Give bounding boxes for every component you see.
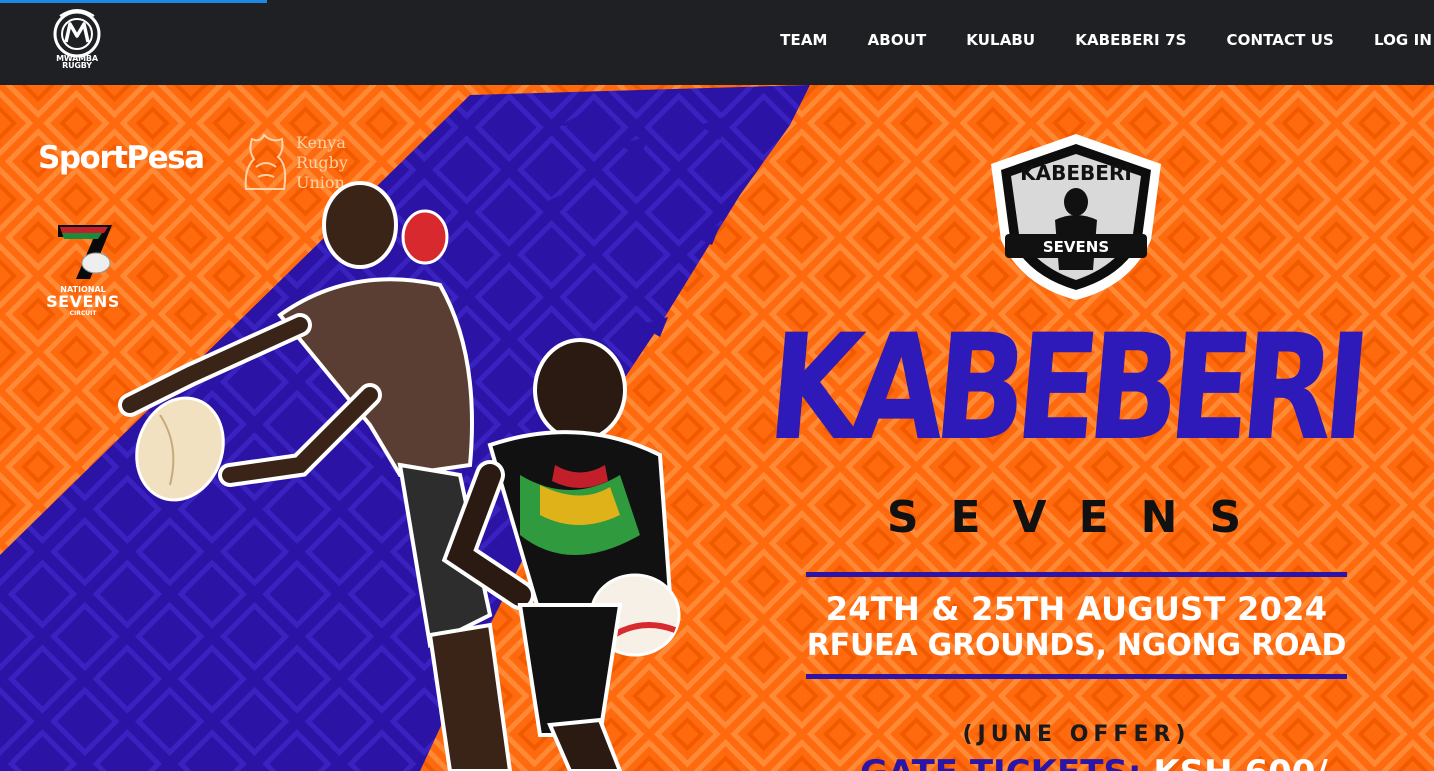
badge-top-text: KABEBERI: [1020, 161, 1132, 185]
divider-bottom: [806, 674, 1347, 679]
brand-name: MWAMBA RUGBY: [56, 54, 98, 70]
tickets-price: KSH 600/-: [1153, 753, 1342, 771]
divider-top: [806, 572, 1347, 577]
players-photo: [118, 181, 681, 771]
offer-label: (JUNE OFFER): [962, 722, 1191, 747]
badge-bottom-text: SEVENS: [1043, 238, 1109, 256]
kabeberi-sevens-badge-icon: KABEBERI SEVENS: [991, 134, 1161, 300]
event-title: KABEBERI: [762, 303, 1367, 473]
sportpesa-logo: SportPesa: [38, 140, 205, 176]
nav-team[interactable]: TEAM: [780, 31, 827, 49]
event-venue: RFUEA GROUNDS, NGONG ROAD: [806, 628, 1347, 663]
hero-banner: SportPesa Kenya Rugby Union NATIONAL SEV…: [0, 85, 1434, 771]
nav-log-in[interactable]: LOG IN: [1374, 31, 1432, 49]
nav-contact-us[interactable]: CONTACT US: [1227, 31, 1334, 49]
tickets-line: GATE TICKETS: KSH 600/-: [860, 753, 1342, 771]
top-navbar: MWAMBA RUGBY TEAM ABOUT KULABU KABEBERI …: [0, 0, 1434, 85]
nav-kabeberi-7s[interactable]: KABEBERI 7S: [1075, 31, 1186, 49]
nav-kulabu[interactable]: KULABU: [966, 31, 1035, 49]
nav-about[interactable]: ABOUT: [868, 31, 927, 49]
main-nav: TEAM ABOUT KULABU KABEBERI 7S CONTACT US…: [740, 31, 1432, 49]
event-date: 24TH & 25TH AUGUST 2024: [825, 590, 1328, 628]
tickets-label: GATE TICKETS:: [860, 753, 1141, 771]
page-loading-bar: [0, 0, 267, 3]
event-subtitle: SEVENS: [886, 492, 1274, 543]
